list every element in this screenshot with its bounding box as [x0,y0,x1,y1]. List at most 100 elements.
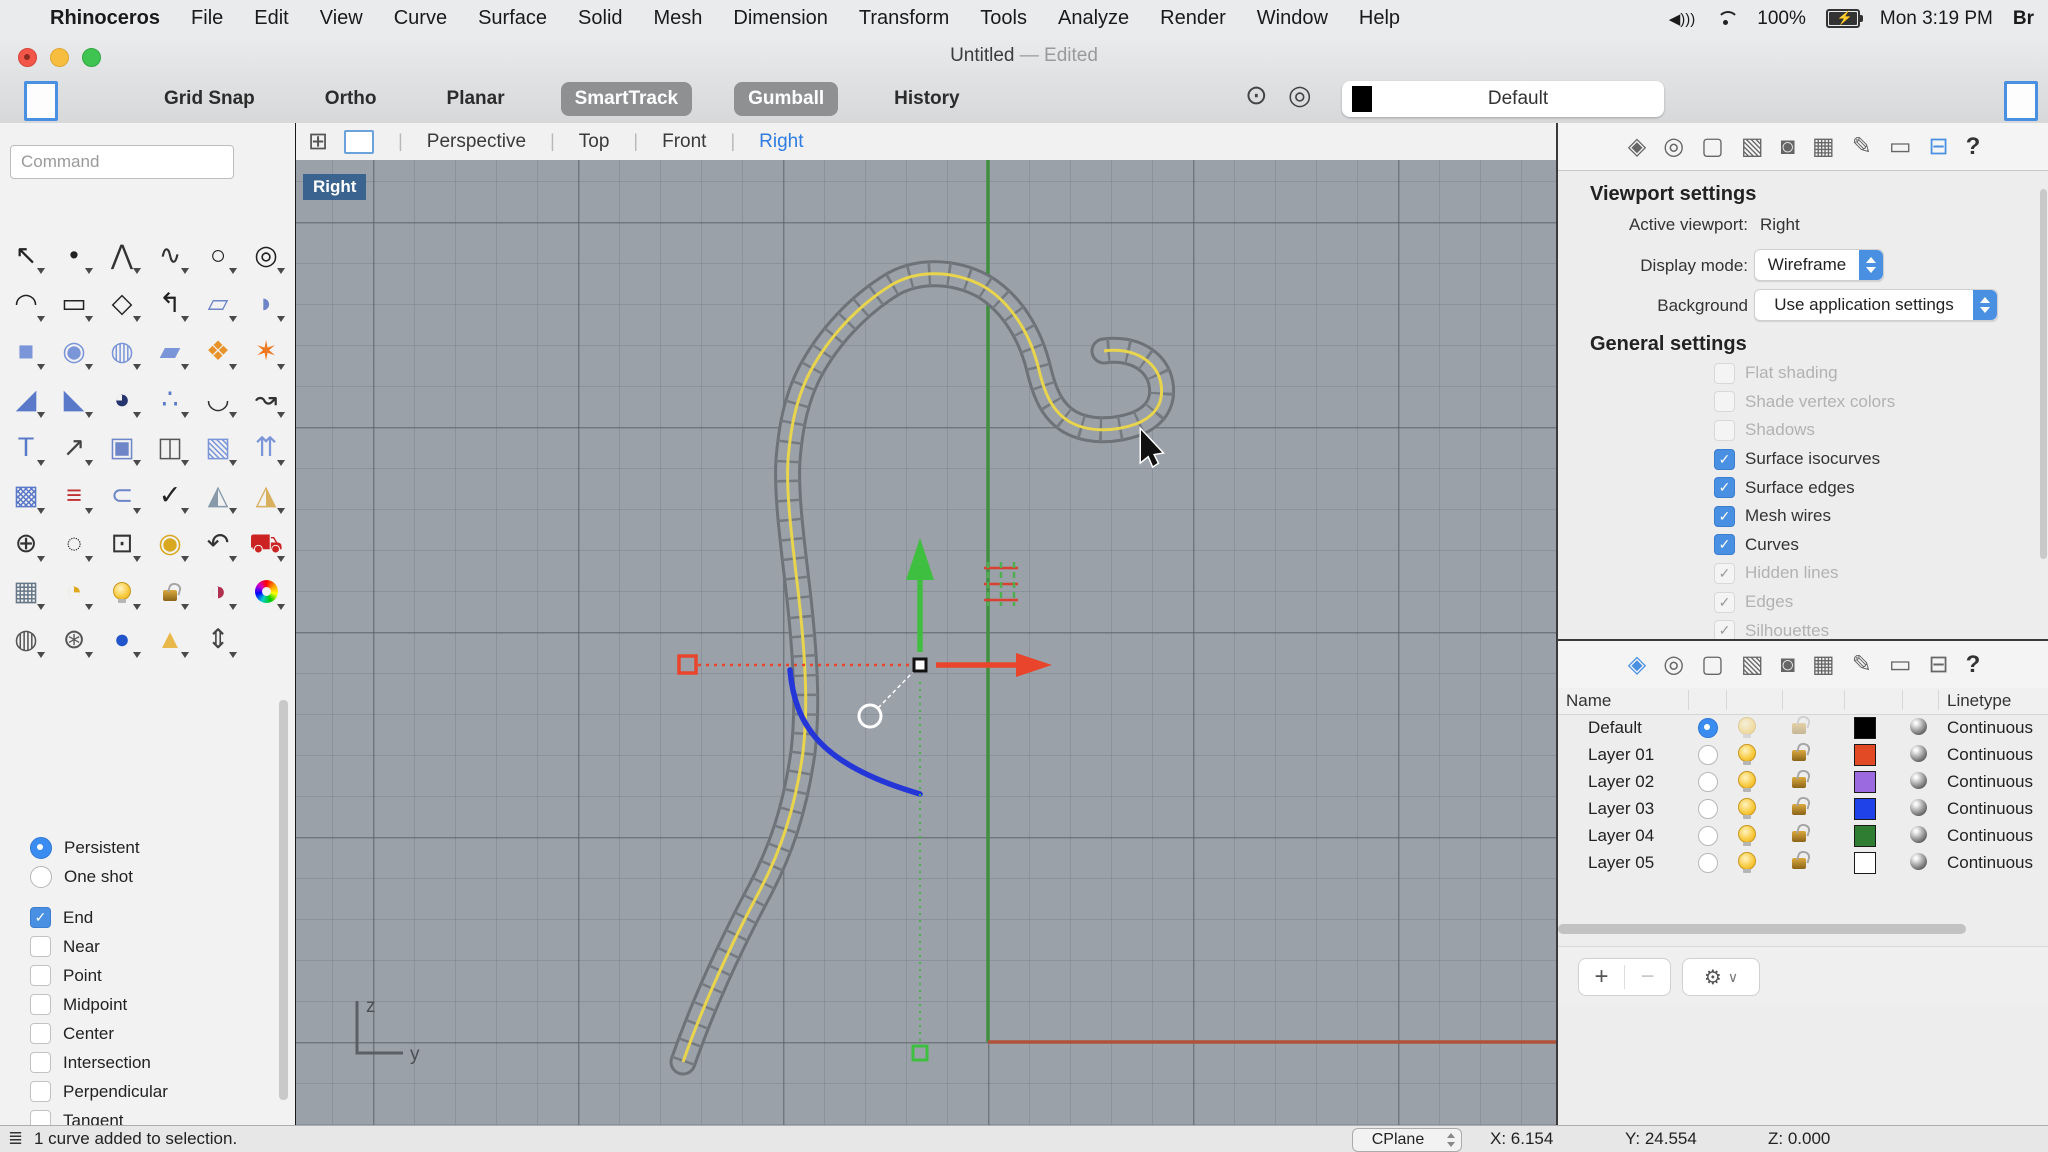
select-arrow-icon[interactable]: ↖ [2,231,50,279]
remove-layer-button[interactable]: − [1625,963,1670,991]
layers-panel-icon[interactable]: ◈ [1628,653,1646,677]
box-panel-icon[interactable]: ▧ [1741,135,1764,159]
menu-transform[interactable]: Transform [859,7,949,30]
setting-hidden-lines[interactable]: Hidden lines [1558,559,2038,588]
layer-lock-icon[interactable] [1792,858,1806,869]
checkbox-surface-edges[interactable] [1714,477,1735,498]
layer-current-radio[interactable] [1698,718,1718,738]
layer-color-swatch[interactable] [1854,717,1876,739]
layer-current-radio[interactable] [1698,745,1718,765]
layer-material-icon[interactable] [1910,772,1927,789]
tab-right[interactable]: Right [759,131,803,153]
toggle-smarttrack[interactable]: SmartTrack [561,82,693,116]
macro-panel-icon[interactable]: ✎ [1852,135,1872,159]
menu-bar-clock[interactable]: Mon 3:19 PM [1880,8,1993,30]
layer-current-radio[interactable] [1698,772,1718,792]
layer-material-icon[interactable] [1910,799,1927,816]
checkbox-hidden-lines[interactable] [1714,563,1735,584]
layer-lock-icon[interactable] [1792,804,1806,815]
osnap-intersection[interactable]: Intersection [0,1048,280,1077]
gumball-menu-ball[interactable] [859,705,881,727]
rectangle-panel-icon[interactable]: ▭ [1889,135,1912,159]
layer-row-layer-03[interactable]: Layer 03Continuous [1558,795,2048,822]
interpolate-curve-icon[interactable]: ∿ [146,231,194,279]
checkbox-shade-vertex-colors[interactable] [1714,391,1735,412]
named-views-panel-icon[interactable]: ◙ [1781,135,1796,159]
layer-lock-icon[interactable] [1792,777,1806,788]
menu-window[interactable]: Window [1257,7,1328,30]
extrude-solid-icon[interactable]: ▧ [194,423,242,471]
mirror-icon[interactable]: ◫ [146,423,194,471]
properties-panel-icon[interactable]: ◎ [1663,653,1684,677]
tab-perspective[interactable]: Perspective [427,131,526,153]
checkbox-edges[interactable] [1714,592,1735,613]
setting-shade-vertex-colors[interactable]: Shade vertex colors [1558,388,2038,417]
sphere-sections-icon[interactable]: ⊛ [50,615,98,663]
history-list-icon[interactable]: ≣ [8,1128,23,1149]
zoom-icon[interactable]: ⊕ [2,519,50,567]
menu-surface[interactable]: Surface [478,7,547,30]
checkbox-intersection[interactable] [30,1052,51,1073]
layers-horizontal-scrollbar[interactable] [1558,924,1966,934]
surface-patch-icon[interactable]: ▰ [146,327,194,375]
osnap-mode-persistent[interactable]: Persistent [0,833,280,862]
checkbox-end[interactable] [30,907,51,928]
checkbox-near[interactable] [30,936,51,957]
solid-primitives-icon[interactable]: ◭ [194,471,242,519]
menu-file[interactable]: File [191,7,223,30]
box-icon[interactable]: ■ [2,327,50,375]
tab-front[interactable]: Front [662,131,706,153]
point-cloud-icon[interactable]: ∴ [146,375,194,423]
cplane-grid-icon[interactable]: ▦ [2,567,50,615]
render-sphere-icon[interactable]: ● [98,615,146,663]
gumball-z-arrow-head[interactable] [906,538,934,580]
properties-panel-icon[interactable]: ◎ [1663,135,1684,159]
checkbox-center[interactable] [30,1023,51,1044]
layer-gear-menu[interactable]: ⚙ ∨ [1682,958,1760,996]
circle-icon[interactable]: ○ [194,231,242,279]
layer-color-swatch[interactable] [1854,744,1876,766]
layer-visibility-bulb-icon[interactable] [1738,744,1756,762]
checkbox-point[interactable] [30,965,51,986]
notes-panel-icon[interactable]: ▢ [1701,653,1724,677]
checkbox-midpoint[interactable] [30,994,51,1015]
command-input[interactable]: Command [10,145,234,179]
setting-surface-edges[interactable]: Surface edges [1558,473,2038,502]
layer-color-swatch[interactable] [1854,852,1876,874]
tab-top[interactable]: Top [579,131,610,153]
menu-view[interactable]: View [320,7,363,30]
menu-mesh[interactable]: Mesh [654,7,703,30]
menu-edit[interactable]: Edit [254,7,288,30]
layer-current-radio[interactable] [1698,853,1718,873]
help-panel-icon[interactable]: ? [1966,135,1981,159]
dimension-vertical-icon[interactable]: ⇕ [194,615,242,663]
extend-curve-icon[interactable]: ↝ [242,375,290,423]
toggle-ortho[interactable]: Ortho [311,82,391,116]
concentric-circles-icon[interactable]: ◎ [1288,80,1312,111]
layer-color-swatch[interactable] [1854,798,1876,820]
split-icon[interactable]: ◣ [50,375,98,423]
menu-analyze[interactable]: Analyze [1058,7,1129,30]
setting-shadows[interactable]: Shadows [1558,416,2038,445]
ellipse-icon[interactable]: ◎ [242,231,290,279]
menu-rhinoceros[interactable]: Rhinoceros [50,7,160,30]
setting-flat-shading[interactable]: Flat shading [1558,359,2038,388]
toggle-grid-snap[interactable]: Grid Snap [150,82,269,116]
osnap-mode-one-shot[interactable]: One shot [0,862,280,891]
user-menu[interactable]: Br [2013,8,2034,30]
single-viewport-icon[interactable] [344,130,374,154]
curved-surface-icon[interactable]: ◗ [242,279,290,327]
checkbox-curves[interactable] [1714,534,1735,555]
layer-visibility-bulb-icon[interactable] [1738,852,1756,870]
layers-panel-icon[interactable]: ◈ [1628,135,1646,159]
notes-panel-icon[interactable]: ▢ [1701,135,1724,159]
radio-one-shot[interactable] [30,866,52,888]
checkbox-mesh-wires[interactable] [1714,506,1735,527]
grid-panel-icon[interactable]: ▦ [1812,135,1835,159]
macro-panel-icon[interactable]: ✎ [1852,653,1872,677]
osnap-near[interactable]: Near [0,932,280,961]
layer-row-layer-04[interactable]: Layer 04Continuous [1558,822,2048,849]
toggle-history[interactable]: History [880,82,973,116]
menu-help[interactable]: Help [1359,7,1400,30]
settings-scrollbar[interactable] [2040,189,2047,559]
